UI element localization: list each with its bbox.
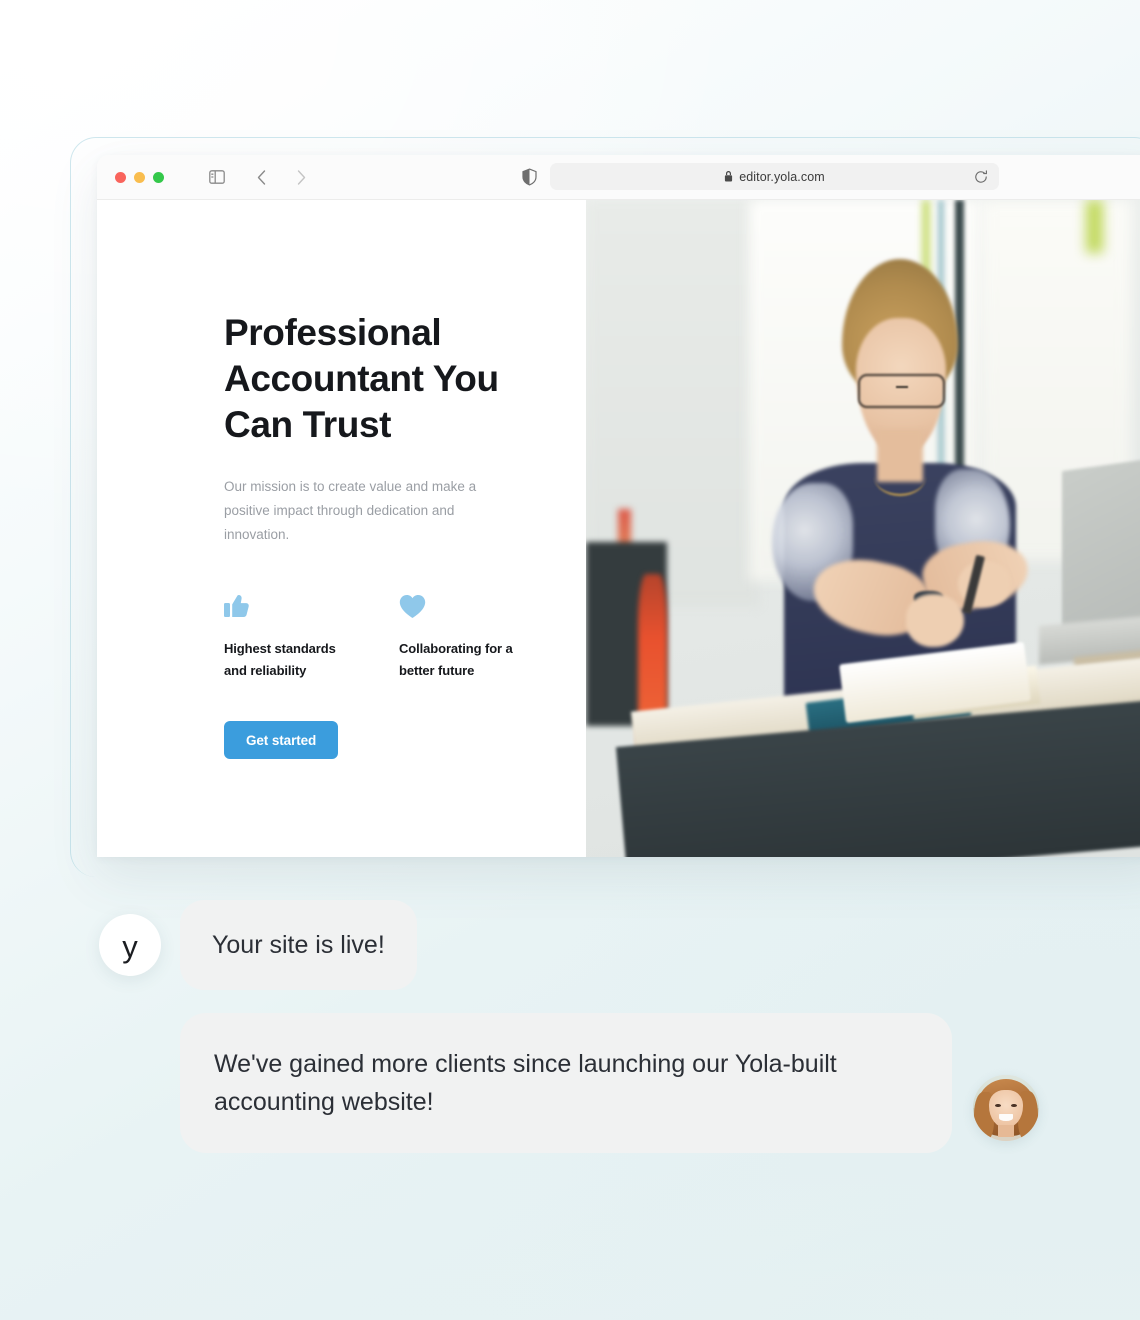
site-preview: Professional Accountant You Can Trust Ou… — [97, 200, 1140, 857]
zoom-window-button[interactable] — [153, 171, 164, 183]
close-window-button[interactable] — [115, 171, 126, 183]
feature-label: Collaborating for a better future — [399, 640, 513, 678]
yola-logo-avatar: y — [99, 914, 161, 977]
thumbs-up-icon — [224, 589, 356, 619]
lock-icon — [724, 171, 733, 182]
chat-section: y Your site is live! We've gained more c… — [0, 900, 1140, 1154]
shield-icon[interactable] — [522, 168, 537, 186]
chat-bubble-text: We've gained more clients since launchin… — [180, 1013, 952, 1154]
minimize-window-button[interactable] — [134, 171, 145, 183]
window-traffic-lights[interactable] — [115, 171, 164, 183]
hero-subtitle: Our mission is to create value and make … — [224, 478, 477, 542]
user-photo-avatar — [973, 1075, 1039, 1142]
browser-window: editor.yola.com Professional Accountant … — [97, 155, 1140, 857]
sidebar-toggle-icon[interactable] — [204, 164, 230, 190]
hero-text-column: Professional Accountant You Can Trust Ou… — [97, 200, 586, 857]
feature-item-standards: Highest standards and reliability — [224, 589, 356, 682]
feature-list: Highest standards and reliability Collab… — [224, 589, 586, 682]
get-started-button[interactable]: Get started — [224, 721, 339, 760]
feature-label: Highest standards and reliability — [224, 640, 336, 678]
forward-button[interactable] — [288, 164, 314, 190]
chat-bubble-text: Your site is live! — [180, 900, 417, 991]
address-bar-url: editor.yola.com — [739, 169, 825, 184]
page-title: Professional Accountant You Can Trust — [224, 312, 499, 445]
hero-image — [586, 200, 1140, 857]
chat-message-yola: y Your site is live! — [0, 900, 1140, 991]
heart-icon — [399, 589, 531, 619]
chat-message-user: We've gained more clients since launchin… — [0, 1013, 1140, 1154]
feature-item-collaboration: Collaborating for a better future — [399, 589, 531, 682]
reload-icon[interactable] — [974, 169, 988, 184]
back-button[interactable] — [248, 164, 274, 190]
yola-logo-letter: y — [122, 928, 138, 964]
address-bar[interactable]: editor.yola.com — [550, 163, 999, 190]
browser-chrome: editor.yola.com — [97, 155, 1140, 200]
